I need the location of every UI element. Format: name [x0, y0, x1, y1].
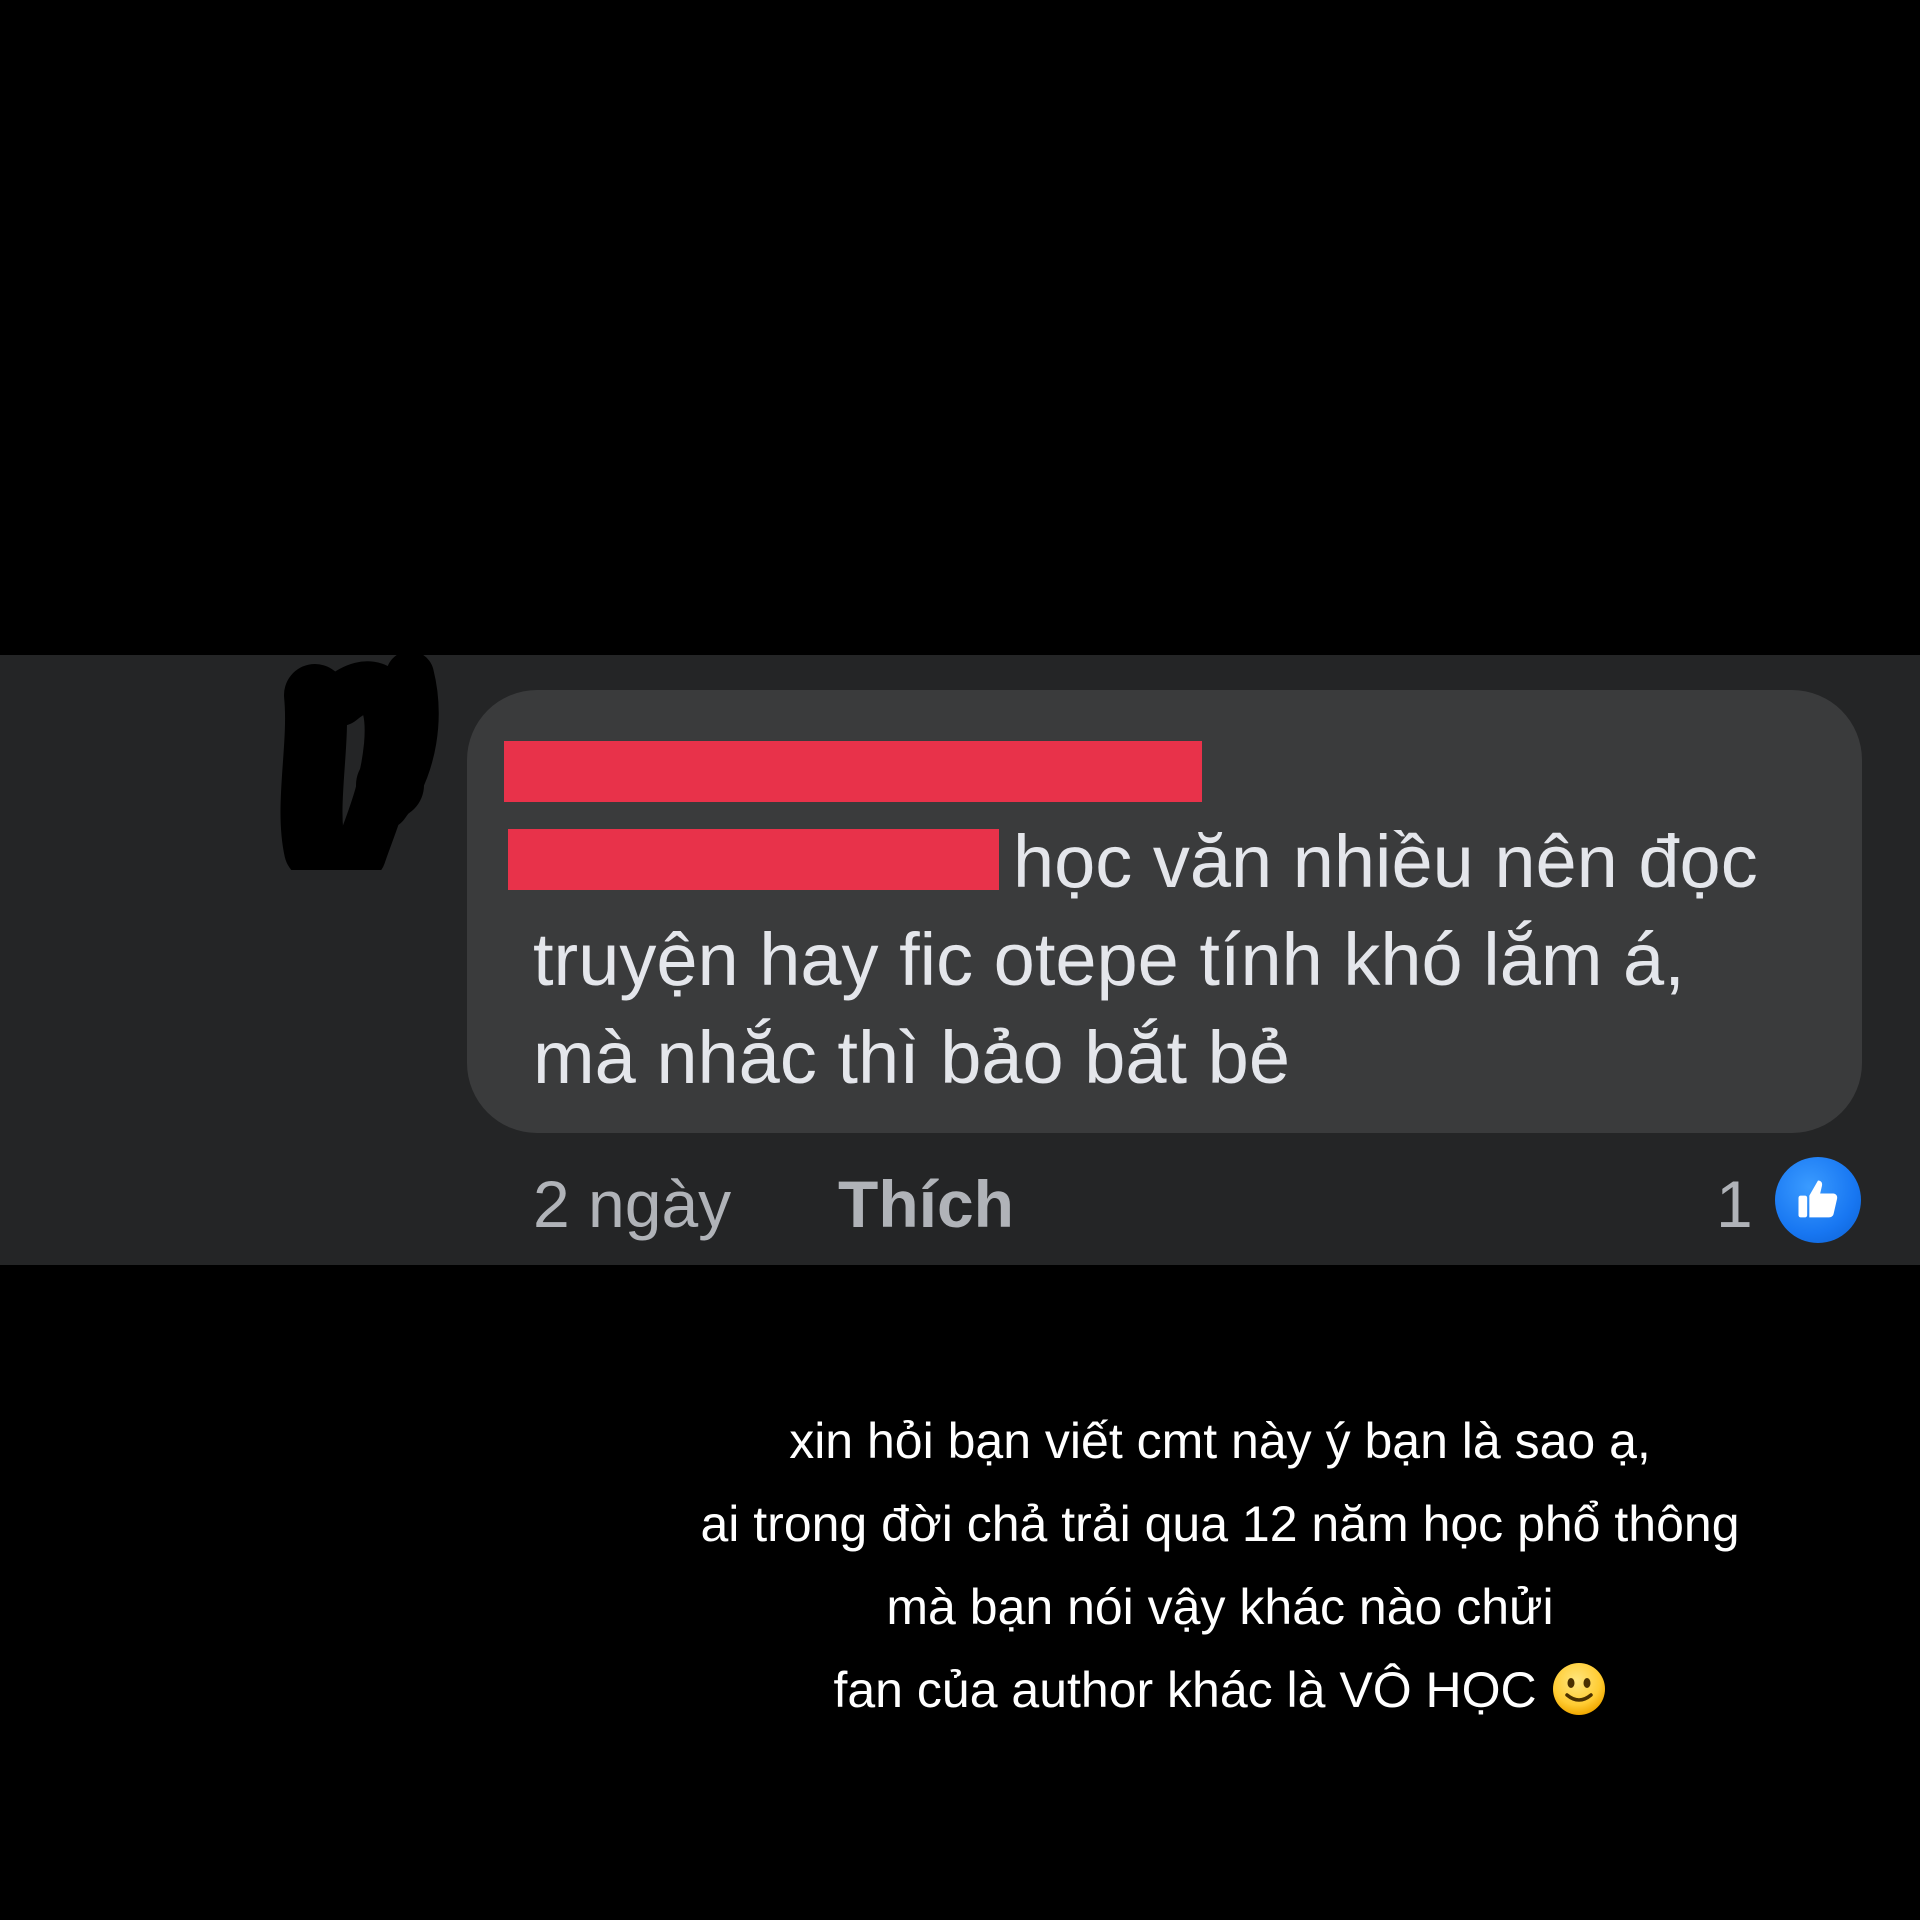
caption-line-4-text: fan của author khác là VÔ HỌC — [833, 1662, 1537, 1718]
comment-text-line-2: truyện hay fic otepe tính khó lắm á, — [533, 918, 1685, 1001]
caption-line-4: fan của author khác là VÔ HỌC — [520, 1649, 1920, 1732]
comment-text-line-1: học văn nhiều nên đọc — [1013, 820, 1758, 903]
redacted-username — [504, 741, 1202, 802]
caption-line-1: xin hỏi bạn viết cmt này ý bạn là sao ạ, — [789, 1413, 1651, 1469]
caption-block: xin hỏi bạn viết cmt này ý bạn là sao ạ,… — [520, 1400, 1920, 1732]
redacted-mention — [508, 829, 999, 890]
comment-timestamp[interactable]: 2 ngày — [533, 1164, 731, 1244]
slightly-smiling-face-icon — [1552, 1663, 1605, 1715]
redacted-avatar — [280, 655, 439, 870]
comment-text-line-3: mà nhắc thì bảo bắt bẻ — [533, 1016, 1290, 1099]
thumbs-up-icon[interactable] — [1775, 1157, 1861, 1243]
caption-line-2: ai trong đời chả trải qua 12 năm học phổ… — [700, 1496, 1740, 1552]
like-button[interactable]: Thích — [838, 1164, 1014, 1244]
caption-line-3: mà bạn nói vậy khác nào chửi — [886, 1579, 1554, 1635]
reaction-count[interactable]: 1 — [1716, 1164, 1753, 1244]
